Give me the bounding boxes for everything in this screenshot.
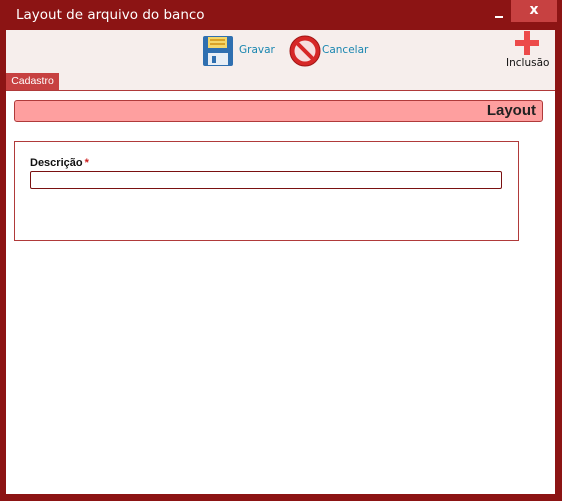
new-record-label: Inclusão [506,57,550,69]
tab-strip: Cadastro [6,73,555,91]
title-bar[interactable]: Layout de arquivo do banco x [0,0,562,30]
new-record-button[interactable]: Inclusão [502,30,552,70]
save-button[interactable]: Gravar [202,35,276,67]
window-content: Gravar Cancelar Inclusão Cadastro Layout… [6,30,555,494]
description-input[interactable] [30,171,502,189]
window-title: Layout de arquivo do banco [16,7,205,23]
section-title: Layout [486,102,536,119]
minimize-button[interactable] [486,3,510,23]
cancel-label: Cancelar [322,44,369,56]
required-marker: * [84,157,89,169]
toolbar: Gravar Cancelar Inclusão [6,30,555,73]
description-label-text: Descrição [30,157,83,169]
cancel-button[interactable]: Cancelar [289,35,369,67]
floppy-disk-icon [203,36,233,66]
tab-cadastro[interactable]: Cadastro [6,73,59,90]
save-label: Gravar [239,44,275,56]
form-panel: Descrição * [14,141,519,241]
close-button[interactable]: x [511,0,557,22]
section-header: Layout [14,100,543,122]
close-icon: x [529,2,539,18]
app-window: Layout de arquivo do banco x Gravar Canc… [0,0,562,501]
no-entry-icon [289,35,321,67]
minimize-icon [495,16,503,18]
plus-icon [515,31,539,55]
description-label: Descrição * [30,157,89,169]
